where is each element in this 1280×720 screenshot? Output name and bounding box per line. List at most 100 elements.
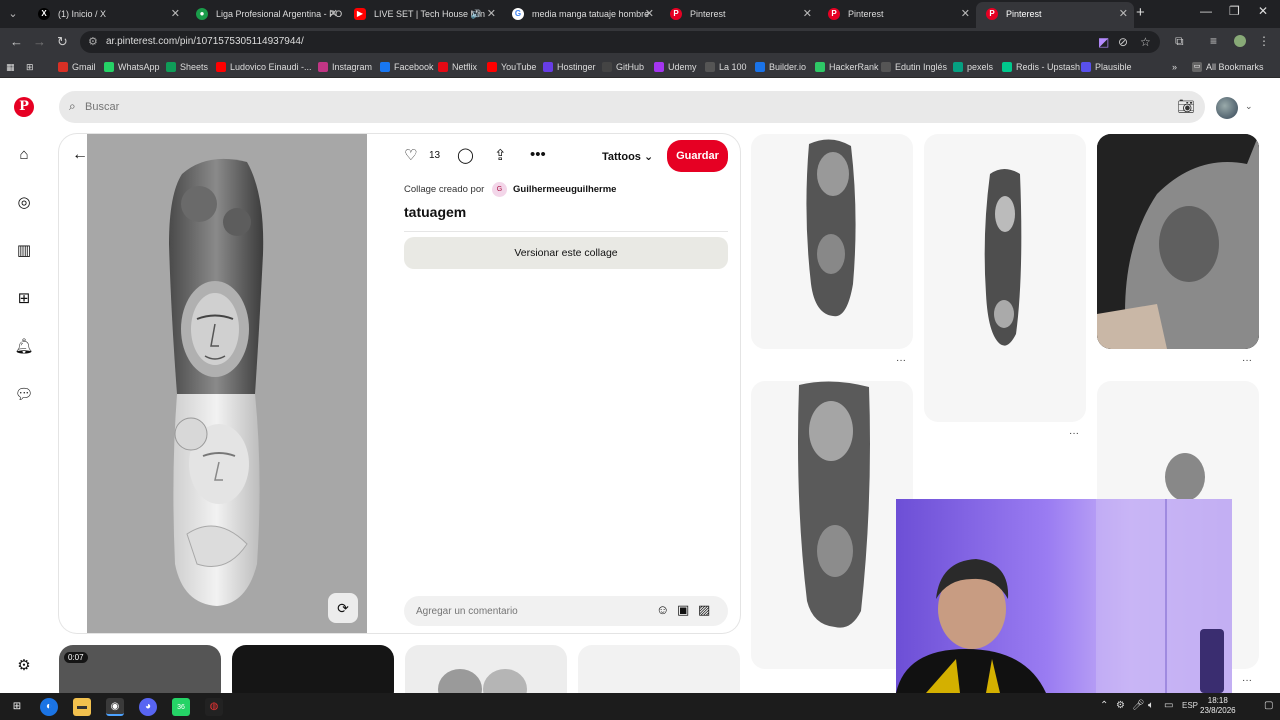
boards-icon[interactable]: ▥	[13, 240, 35, 262]
bookmark-udemy[interactable]: Udemy	[654, 60, 697, 74]
site-info-icon[interactable]: ⚙	[88, 35, 98, 48]
related-pin[interactable]	[578, 645, 740, 693]
comment-box[interactable]: ☺ ▣ ▨	[404, 596, 728, 626]
tab-strip-icon[interactable]: ≡	[1210, 34, 1217, 48]
grid-icon[interactable]: ⊞	[26, 60, 34, 74]
bookmark-redis-upstash[interactable]: Redis - Upstash	[1002, 60, 1080, 74]
bookmark-la-100[interactable]: La 100	[705, 60, 747, 74]
related-pin[interactable]	[751, 381, 913, 669]
close-icon[interactable]: ✕	[1119, 2, 1128, 26]
settings-icon[interactable]: ⚙	[13, 655, 35, 677]
more-bookmarks-icon[interactable]: »	[1172, 60, 1177, 74]
tab-x[interactable]: X (1) Inicio / X ✕	[28, 2, 186, 28]
tray-app-icon[interactable]: ⚙	[1116, 700, 1125, 711]
remix-collage-button[interactable]: Versionar este collage	[404, 237, 728, 269]
eye-off-icon[interactable]: ⊘	[1118, 35, 1128, 49]
bookmark-hostinger[interactable]: Hostinger	[543, 60, 596, 74]
search-bar[interactable]: ⌕ 📷︎	[59, 91, 1205, 123]
new-tab-button[interactable]: +	[1136, 4, 1145, 21]
related-pin[interactable]	[751, 134, 913, 349]
creator-avatar[interactable]: G	[492, 182, 507, 197]
all-bookmarks[interactable]: ▭ All Bookmarks	[1192, 60, 1264, 74]
tray-chevron-icon[interactable]: ⌃	[1100, 700, 1108, 711]
search-input[interactable]	[85, 97, 985, 117]
tab-pinterest-3-active[interactable]: P Pinterest ✕	[976, 2, 1134, 28]
apps-icon[interactable]: ▦	[6, 60, 15, 74]
image-upload-icon[interactable]: ▨	[698, 602, 710, 618]
notifications-tray-icon[interactable]: ▢	[1264, 700, 1273, 711]
url-text[interactable]: ar.pinterest.com/pin/1071575305114937944…	[106, 36, 304, 47]
chevron-down-icon[interactable]: ⌄	[1245, 101, 1253, 112]
language-indicator[interactable]: ESP	[1182, 701, 1198, 710]
explore-icon[interactable]: ◎	[13, 192, 35, 214]
bookmark-netflix[interactable]: Netflix	[438, 60, 477, 74]
visual-search-button[interactable]: ⟳	[328, 593, 358, 623]
back-arrow-icon[interactable]: ←	[10, 34, 23, 49]
bookmark-gmail[interactable]: Gmail	[58, 60, 96, 74]
related-pin[interactable]	[1097, 134, 1259, 349]
forward-arrow-icon[interactable]: →	[33, 34, 46, 49]
related-pin[interactable]	[405, 645, 567, 693]
bookmark-instagram[interactable]: Instagram	[318, 60, 372, 74]
more-options-icon[interactable]: ···	[896, 355, 906, 366]
windows-start-icon[interactable]: ⊞	[8, 698, 26, 716]
profile-avatar[interactable]	[1234, 35, 1246, 47]
network-icon[interactable]: ▭	[1164, 700, 1173, 711]
tab-live-set[interactable]: ▶ LIVE SET | Tech House Min 🔊 ✕	[344, 2, 502, 28]
bookmark-builder-io[interactable]: Builder.io	[755, 60, 806, 74]
bookmark-facebook[interactable]: Facebook	[380, 60, 434, 74]
reload-icon[interactable]: ↻	[57, 34, 68, 50]
tab-pinterest-1[interactable]: P Pinterest ✕	[660, 2, 818, 28]
extensions-icon[interactable]: ⧉	[1175, 34, 1184, 49]
bookmark-ludovico-einaudi[interactable]: Ludovico Einaudi -...	[216, 60, 312, 74]
close-icon[interactable]: ✕	[171, 2, 180, 26]
comment-icon[interactable]: ◯	[457, 146, 474, 164]
tab-pinterest-2[interactable]: P Pinterest ✕	[818, 2, 976, 28]
related-pin[interactable]	[924, 134, 1086, 422]
share-icon[interactable]: ⇪	[494, 146, 507, 164]
restore-icon[interactable]: ❐	[1229, 4, 1240, 18]
heart-icon[interactable]: ♡	[404, 146, 417, 164]
system-clock[interactable]: 18:18 23/8/2026	[1200, 696, 1236, 716]
sticker-icon[interactable]: ▣	[677, 602, 689, 618]
emoji-icon[interactable]: ☺	[656, 602, 669, 617]
close-icon[interactable]: ✕	[487, 2, 496, 26]
home-icon[interactable]: ⌂	[13, 144, 35, 166]
create-icon[interactable]: ⊞	[13, 288, 35, 310]
chrome-menu-icon[interactable]: ⋮	[1258, 34, 1270, 48]
discord-icon[interactable]: ◕	[139, 698, 157, 716]
tab-liga[interactable]: ● Liga Profesional Argentina - PO ✕	[186, 2, 344, 28]
whatsapp-icon[interactable]: 36	[172, 698, 190, 716]
speaker-icon[interactable]: 🔊	[471, 2, 482, 26]
more-options-icon[interactable]: ···	[1242, 355, 1252, 366]
notifications-icon[interactable]: 🔔︎	[13, 336, 35, 358]
bookmark-star-icon[interactable]: ☆	[1140, 35, 1151, 49]
minimize-icon[interactable]: —	[1200, 4, 1212, 18]
close-icon[interactable]: ✕	[329, 2, 338, 26]
bookmark-pexels[interactable]: pexels	[953, 60, 993, 74]
messages-icon[interactable]: 💬︎	[13, 384, 35, 406]
avatar[interactable]	[1216, 97, 1238, 119]
comment-input[interactable]	[416, 603, 636, 619]
volume-icon[interactable]: 🔈︎	[1148, 700, 1154, 711]
window-close-icon[interactable]: ✕	[1258, 4, 1268, 18]
extension-active-icon[interactable]: ◩	[1098, 35, 1109, 49]
bookmark-edutin-ingl-s[interactable]: Edutin Inglés	[881, 60, 947, 74]
bookmark-whatsapp[interactable]: WhatsApp	[104, 60, 160, 74]
bookmark-plausible[interactable]: Plausible	[1081, 60, 1132, 74]
camera-search-icon[interactable]: 📷︎	[1177, 98, 1195, 115]
pin-image[interactable]: ⟳	[87, 134, 367, 633]
close-icon[interactable]: ✕	[961, 2, 970, 26]
chrome-icon[interactable]: ◉	[106, 698, 124, 716]
tab-search-icon[interactable]: ⌄	[4, 5, 22, 23]
microphone-icon[interactable]: 🎤︎	[1132, 700, 1145, 711]
close-icon[interactable]: ✕	[645, 2, 654, 26]
pinterest-logo-icon[interactable]: P	[14, 97, 34, 117]
close-icon[interactable]: ✕	[803, 2, 812, 26]
bookmark-hackerrank[interactable]: HackerRank	[815, 60, 879, 74]
save-button[interactable]: Guardar	[667, 140, 728, 172]
more-options-icon[interactable]: ···	[1069, 428, 1079, 439]
bookmark-sheets[interactable]: Sheets	[166, 60, 208, 74]
bookmark-youtube[interactable]: YouTube	[487, 60, 536, 74]
board-selector[interactable]: Tattoos ⌄	[602, 150, 653, 163]
